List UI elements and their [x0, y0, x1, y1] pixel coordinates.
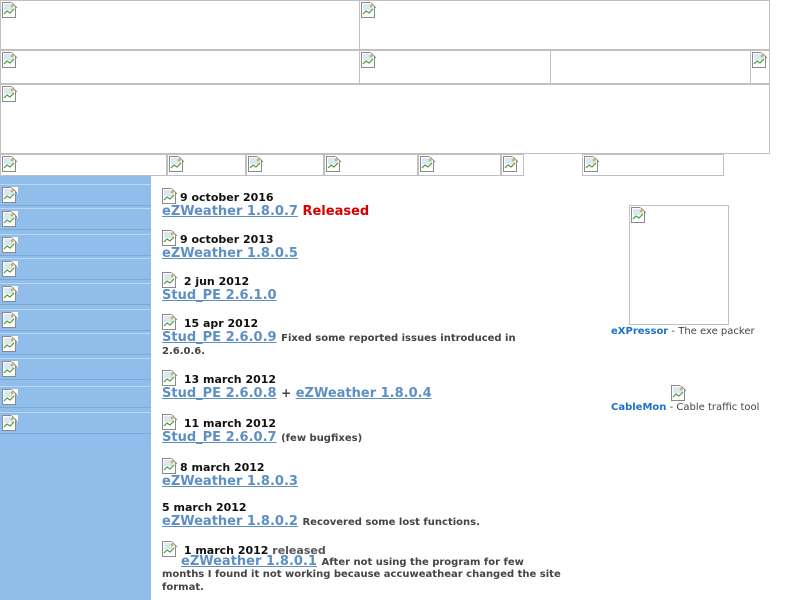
nav-item-5[interactable]: [418, 154, 501, 176]
broken-image-icon: [361, 52, 377, 68]
header-row2-left: [0, 50, 360, 84]
sidebar-item-9[interactable]: [0, 386, 151, 408]
broken-image-icon: [162, 188, 178, 204]
header-row2-mid: [359, 50, 551, 84]
news-link[interactable]: eZWeather 1.8.0.5: [162, 246, 298, 261]
header-banner-right: [359, 0, 770, 50]
news-link[interactable]: Stud_PE 2.6.0.8: [162, 386, 277, 401]
broken-image-icon: [2, 415, 18, 431]
sidebar-item-2[interactable]: [0, 208, 151, 230]
expressor-link[interactable]: eXPressor: [611, 326, 668, 337]
news-link[interactable]: eZWeather 1.8.0.4: [296, 386, 432, 401]
sidebar-item-3[interactable]: [0, 234, 151, 256]
broken-image-icon[interactable]: [671, 385, 687, 401]
broken-image-icon: [2, 187, 18, 203]
sidebar-item-1[interactable]: [0, 184, 151, 206]
broken-image-icon: [361, 2, 377, 18]
news-item: eZWeather 1.8.0.7 Released: [162, 204, 369, 219]
nav-item-2[interactable]: [167, 154, 246, 176]
broken-image-icon: [326, 156, 342, 172]
news-item: eZWeather 1.8.0.2 Recovered some lost fu…: [162, 514, 480, 529]
news-link[interactable]: Stud_PE 2.6.0.7: [162, 430, 277, 445]
broken-image-icon: [162, 370, 178, 386]
sidebar-item-6[interactable]: [0, 309, 151, 331]
news-description: 2.6.0.6.: [162, 346, 206, 357]
broken-image-icon: [162, 272, 178, 288]
news-date: 9 october 2016: [162, 188, 274, 204]
nav-item-1[interactable]: [0, 154, 167, 176]
news-link[interactable]: Stud_PE 2.6.0.9: [162, 330, 277, 345]
broken-image-icon: [752, 52, 768, 68]
broken-image-icon: [248, 156, 264, 172]
broken-image-icon: [162, 414, 178, 430]
sidebar-item-8[interactable]: [0, 358, 151, 380]
broken-image-icon: [2, 156, 18, 172]
sidebar-item-10[interactable]: [0, 412, 151, 434]
news-item: Stud_PE 2.6.0.7 (few bugfixes): [162, 430, 362, 445]
cablemon-caption: CableMon - Cable traffic tool: [611, 402, 760, 413]
sidebar-item-4[interactable]: [0, 258, 151, 280]
nav-item-7[interactable]: [582, 154, 724, 176]
news-description: format.: [162, 582, 204, 593]
news-date: 13 march 2012: [162, 370, 276, 386]
cablemon-link[interactable]: CableMon: [611, 402, 666, 413]
news-description: Recovered some lost functions.: [302, 517, 480, 528]
broken-image-icon: [162, 314, 178, 330]
broken-image-icon: [2, 261, 18, 277]
broken-image-icon: [503, 156, 519, 172]
news-item: Stud_PE 2.6.0.8 + eZWeather 1.8.0.4: [162, 386, 432, 401]
news-description: Fixed some reported issues introduced in: [281, 333, 516, 344]
broken-image-icon: [2, 52, 18, 68]
header-banner-left: [0, 0, 360, 50]
broken-image-icon: [2, 211, 18, 227]
broken-image-icon: [2, 237, 18, 253]
broken-image-icon: [631, 207, 647, 223]
broken-image-icon: [420, 156, 436, 172]
news-link[interactable]: Stud_PE 2.6.1.0: [162, 288, 277, 303]
released-label: Released: [302, 204, 370, 219]
broken-image-icon: [169, 156, 185, 172]
news-link[interactable]: eZWeather 1.8.0.2: [162, 514, 298, 529]
header-row2-blank: [550, 50, 751, 84]
news-date: 5 march 2012: [162, 501, 247, 514]
news-date: 15 apr 2012: [162, 314, 258, 330]
news-link[interactable]: eZWeather 1.8.0.1: [181, 554, 317, 569]
broken-image-icon: [2, 312, 18, 328]
news-item: eZWeather 1.8.0.3: [162, 474, 298, 489]
broken-image-icon: [2, 389, 18, 405]
broken-image-icon: [162, 458, 178, 474]
broken-image-icon: [2, 2, 18, 18]
sidebar-item-7[interactable]: [0, 333, 151, 355]
broken-image-icon: [2, 86, 18, 102]
broken-image-icon: [162, 230, 178, 246]
news-item: eZWeather 1.8.0.5: [162, 246, 298, 261]
broken-image-icon: [2, 286, 18, 302]
news-item: Stud_PE 2.6.0.9 Fixed some reported issu…: [162, 330, 516, 345]
nav-item-3[interactable]: [246, 154, 324, 176]
news-description: (few bugfixes): [281, 433, 363, 444]
broken-image-icon: [2, 361, 18, 377]
broken-image-icon: [162, 541, 178, 557]
plus-separator: +: [281, 386, 292, 400]
news-date: 2 jun 2012: [162, 272, 249, 288]
news-link[interactable]: eZWeather 1.8.0.3: [162, 474, 298, 489]
news-item: eZWeather 1.8.0.1 After not using the pr…: [181, 554, 524, 569]
sidebar-item-5[interactable]: [0, 283, 151, 305]
news-link[interactable]: eZWeather 1.8.0.7: [162, 204, 298, 219]
news-date: 11 march 2012: [162, 414, 276, 430]
sidebar: [0, 176, 151, 600]
header-row2-right: [750, 50, 770, 84]
news-date: 8 march 2012: [162, 458, 265, 474]
nav-item-6[interactable]: [501, 154, 524, 176]
expressor-image[interactable]: [629, 205, 729, 325]
nav-item-4[interactable]: [324, 154, 418, 176]
expressor-caption: eXPressor - The exe packer: [611, 326, 755, 337]
broken-image-icon: [2, 336, 18, 352]
news-description: After not using the program for few: [321, 557, 524, 568]
news-date: 9 october 2013: [162, 230, 274, 246]
news-description: months I found it not working because ac…: [162, 569, 561, 580]
news-item: Stud_PE 2.6.1.0: [162, 288, 277, 303]
header-main-banner: [0, 84, 770, 154]
broken-image-icon: [584, 156, 600, 172]
